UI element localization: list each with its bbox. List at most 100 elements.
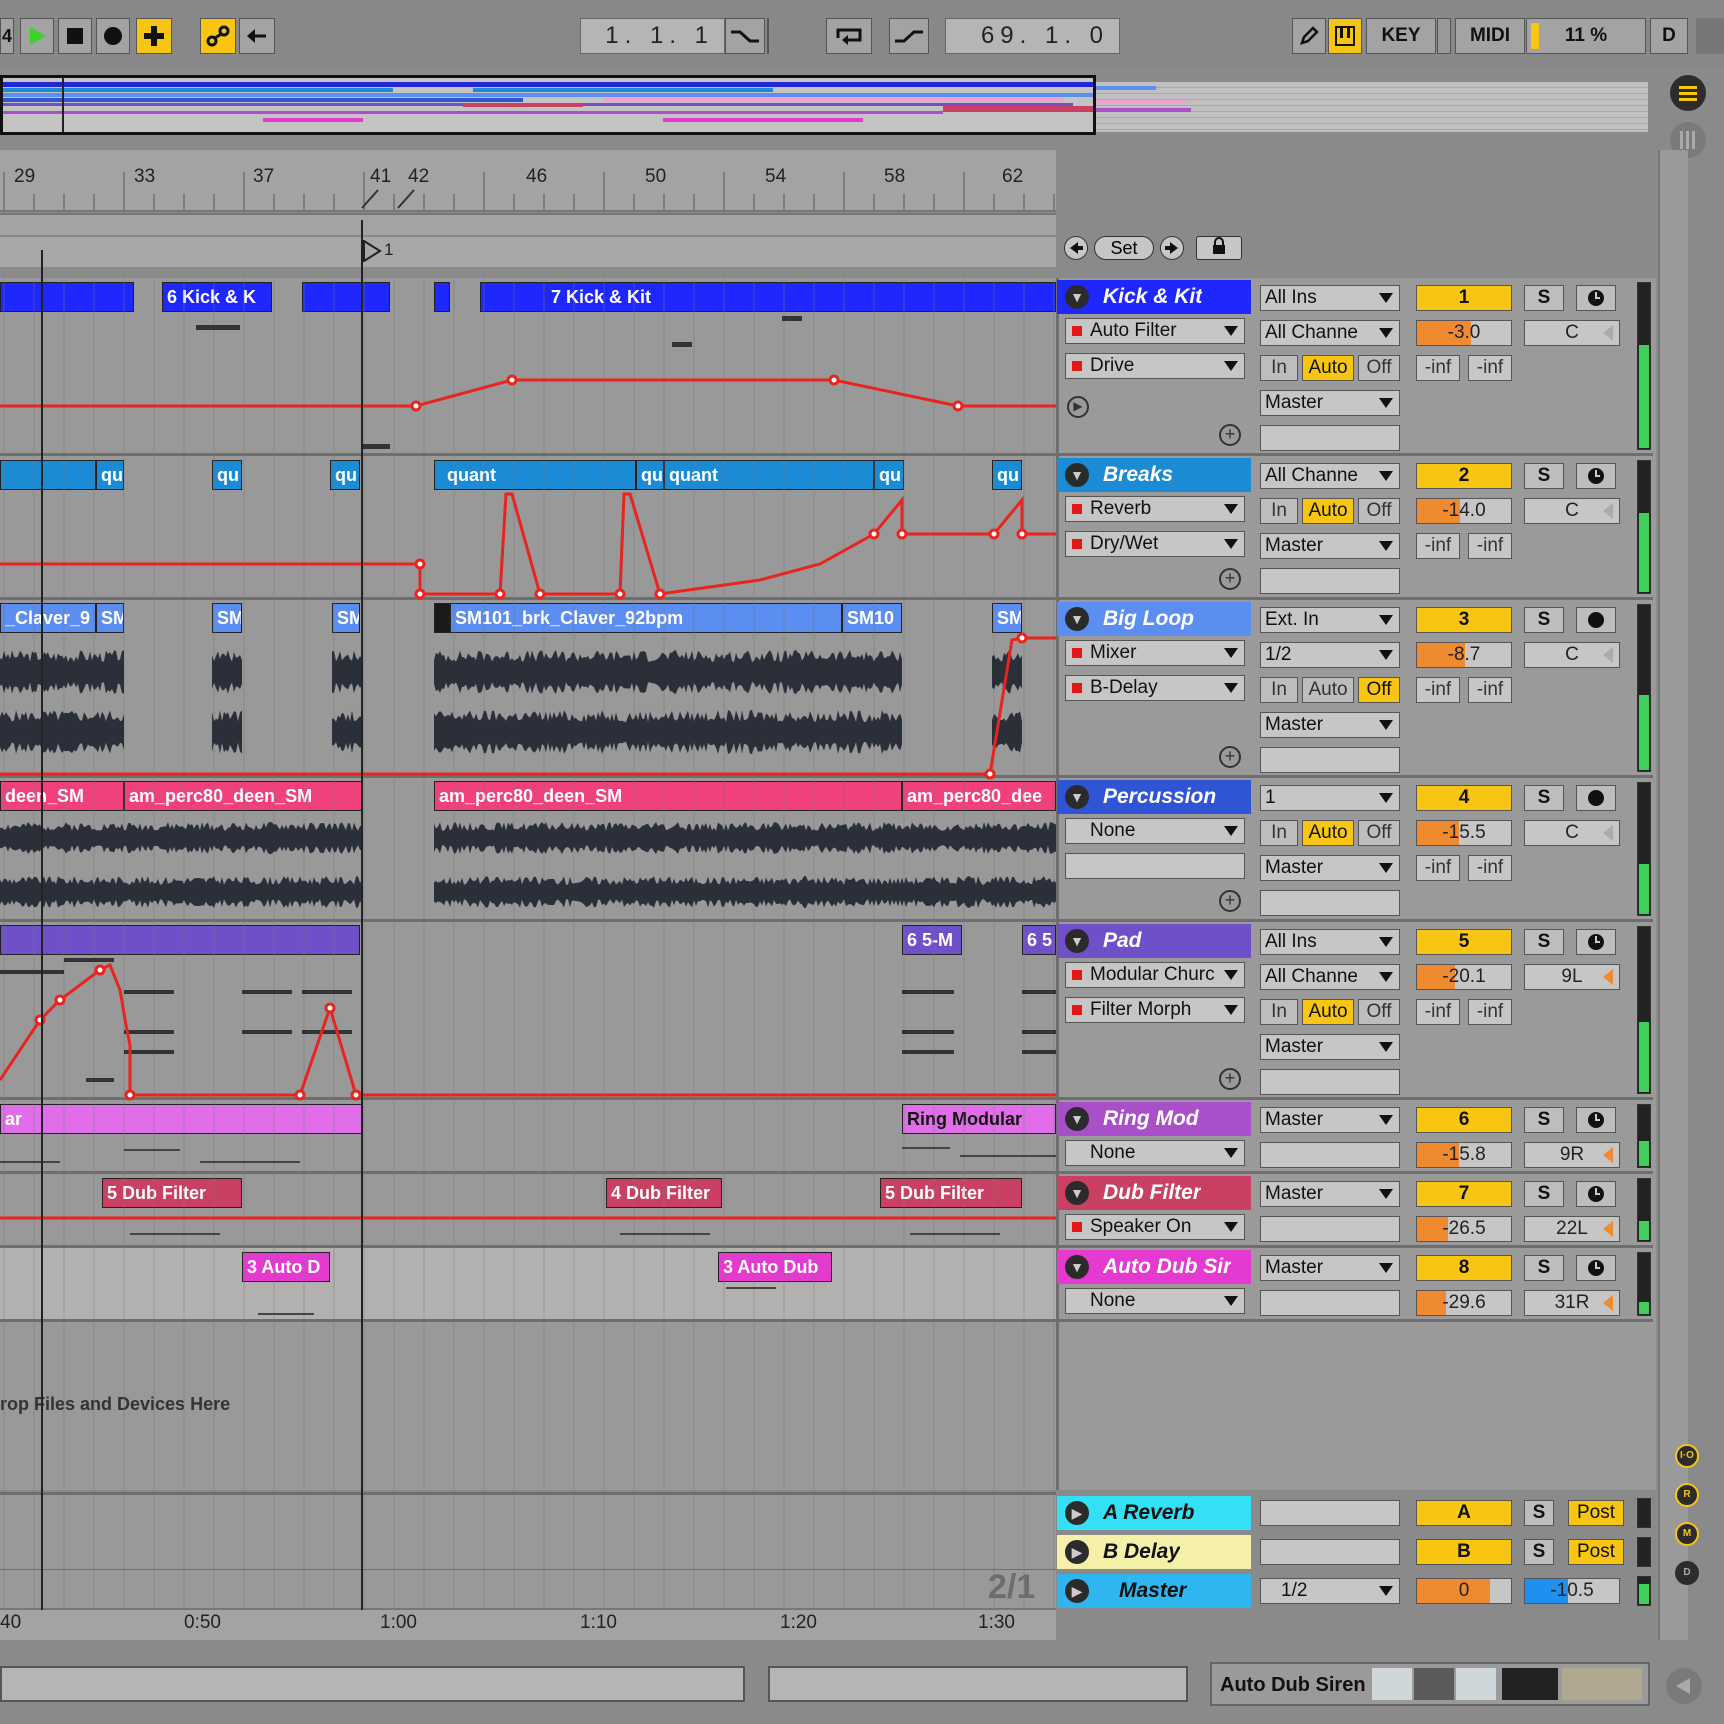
output-channel-chooser[interactable] (1260, 568, 1400, 594)
clip-kick-2[interactable]: 6 Kick & K (162, 282, 272, 312)
pan-field[interactable]: C (1524, 820, 1620, 846)
monitor-off-button[interactable]: Off (1358, 677, 1400, 703)
show-automation-icon[interactable]: ▶ (1067, 396, 1089, 418)
return-output-chooser[interactable] (1260, 1539, 1400, 1565)
monitor-auto-button[interactable]: Auto (1302, 355, 1354, 381)
returns-toggle[interactable]: R (1675, 1483, 1699, 1507)
lock-envelopes-button[interactable] (1196, 236, 1242, 260)
input-channel-chooser[interactable]: All Channe (1260, 964, 1400, 990)
lane-a-reverb[interactable] (0, 1492, 1056, 1536)
monitor-off-button[interactable]: Off (1358, 498, 1400, 524)
device-chooser[interactable]: Reverb (1065, 496, 1245, 522)
pan-field[interactable]: C (1524, 320, 1620, 346)
input-type-chooser[interactable]: All Ins (1260, 929, 1400, 955)
volume-field[interactable]: -15.5 (1416, 820, 1512, 846)
clip-dub-3[interactable]: 5 Dub Filter (880, 1178, 1022, 1208)
pan-field[interactable]: C (1524, 498, 1620, 524)
clip-kick-1[interactable] (0, 282, 134, 312)
fold-toggle-icon[interactable]: ▼ (1065, 929, 1089, 953)
collapse-detail-button[interactable] (1666, 1668, 1702, 1704)
send-a-field[interactable]: -inf (1416, 355, 1460, 381)
clip-breaks-5[interactable]: quant (434, 460, 636, 490)
clip-bigloop-5[interactable] (434, 603, 450, 633)
track-activator[interactable]: 2 (1416, 463, 1512, 489)
monitor-auto-button[interactable]: Auto (1302, 820, 1354, 846)
device-chooser[interactable]: None (1065, 1140, 1245, 1166)
clip-pad-1[interactable] (0, 925, 360, 955)
arm-button[interactable] (1576, 607, 1616, 633)
delay-section-toggle[interactable]: D (1675, 1561, 1699, 1585)
send-b-field[interactable]: -inf (1468, 855, 1512, 881)
add-automation-lane-icon[interactable]: + (1219, 890, 1241, 912)
monitor-off-button[interactable]: Off (1358, 355, 1400, 381)
return-activator[interactable]: A (1416, 1500, 1512, 1526)
clip-breaks-8[interactable]: qu (874, 460, 904, 490)
play-button[interactable] (20, 18, 54, 54)
midi-map-button[interactable]: MIDI (1455, 18, 1525, 54)
pan-field[interactable]: 9R (1524, 1142, 1620, 1168)
parameter-chooser[interactable]: Filter Morph (1065, 997, 1245, 1023)
track-title-bar[interactable]: ▼ Pad (1057, 924, 1251, 958)
clip-auto-1[interactable]: 3 Auto D (242, 1252, 330, 1282)
output-channel-chooser[interactable] (1260, 890, 1400, 916)
clip-kick-4[interactable] (434, 282, 450, 312)
selected-device-panel[interactable]: Auto Dub Siren (1210, 1662, 1650, 1706)
fold-toggle-icon[interactable]: ▼ (1065, 607, 1089, 631)
solo-button[interactable]: S (1524, 1181, 1564, 1207)
monitor-auto-button[interactable]: Auto (1302, 999, 1354, 1025)
volume-field[interactable]: -3.0 (1416, 320, 1512, 346)
send-b-field[interactable]: -inf (1468, 999, 1512, 1025)
clip-bigloop-7[interactable]: SM10 (842, 603, 902, 633)
solo-button[interactable]: S (1524, 607, 1564, 633)
clip-breaks-2[interactable]: qu (96, 460, 124, 490)
send-b-field[interactable]: -inf (1468, 677, 1512, 703)
clip-bigloop-4[interactable]: SM (332, 603, 360, 633)
browser-toggle[interactable] (1670, 75, 1706, 111)
input-type-chooser[interactable]: Ext. In (1260, 607, 1400, 633)
monitor-in-button[interactable]: In (1260, 999, 1298, 1025)
record-button[interactable] (96, 18, 130, 54)
output-channel-chooser[interactable] (1260, 1216, 1400, 1242)
tempo-partial[interactable]: 4 (0, 18, 14, 54)
clip-bigloop-2[interactable]: SM (96, 603, 124, 633)
volume-field[interactable]: -29.6 (1416, 1290, 1512, 1316)
play-circle-icon[interactable]: ▶ (1065, 1501, 1089, 1525)
volume-field[interactable]: -14.0 (1416, 498, 1512, 524)
post-button[interactable]: Post (1568, 1539, 1624, 1565)
arm-button[interactable] (1576, 1255, 1616, 1281)
monitor-in-button[interactable]: In (1260, 677, 1298, 703)
return-activator[interactable]: B (1416, 1539, 1512, 1565)
output-chooser[interactable]: Master (1260, 1255, 1400, 1281)
solo-button[interactable]: S (1524, 285, 1564, 311)
track-title-bar[interactable]: ▼ Kick & Kit (1057, 280, 1251, 314)
clip-breaks-7[interactable]: quant (664, 460, 874, 490)
arm-button[interactable] (1576, 1107, 1616, 1133)
fold-toggle-icon[interactable]: ▼ (1065, 285, 1089, 309)
monitor-in-button[interactable]: In (1260, 498, 1298, 524)
pan-field[interactable]: 9L (1524, 964, 1620, 990)
time-ruler[interactable] (0, 1608, 1056, 1644)
lane-big-loop[interactable]: _Claver_9 SM SM SM SM101_brk_Claver_92bp… (0, 600, 1056, 778)
input-type-chooser[interactable]: All Ins (1260, 285, 1400, 311)
send-a-field[interactable]: -inf (1416, 855, 1460, 881)
track-activator[interactable]: 1 (1416, 285, 1512, 311)
punch-out-button[interactable] (889, 18, 929, 54)
lane-breaks[interactable]: qu qu qu quant qu quant qu qu (0, 456, 1056, 600)
output-channel-chooser[interactable] (1260, 1069, 1400, 1095)
locator-marker[interactable]: 1 (362, 239, 393, 264)
add-automation-lane-icon[interactable]: + (1219, 424, 1241, 446)
clip-kick-5[interactable]: 7 Kick & Kit (480, 282, 1056, 312)
parameter-chooser[interactable]: B-Delay (1065, 675, 1245, 701)
clip-kick-3[interactable] (302, 282, 390, 312)
overview-viewport[interactable] (0, 75, 1096, 135)
output-chooser[interactable]: Master (1260, 1034, 1400, 1060)
overdub-button[interactable] (136, 18, 172, 54)
add-automation-lane-icon[interactable]: + (1219, 1068, 1241, 1090)
master-volume-field[interactable]: 0 (1416, 1578, 1512, 1604)
draw-mode-button[interactable] (1292, 18, 1326, 54)
clip-breaks-6[interactable]: qu (636, 460, 664, 490)
arm-button[interactable] (1576, 785, 1616, 811)
track-title-bar[interactable]: ▼ Ring Mod (1057, 1102, 1251, 1136)
device-chooser[interactable]: Mixer (1065, 640, 1245, 666)
back-to-arrangement-button[interactable] (239, 18, 275, 54)
